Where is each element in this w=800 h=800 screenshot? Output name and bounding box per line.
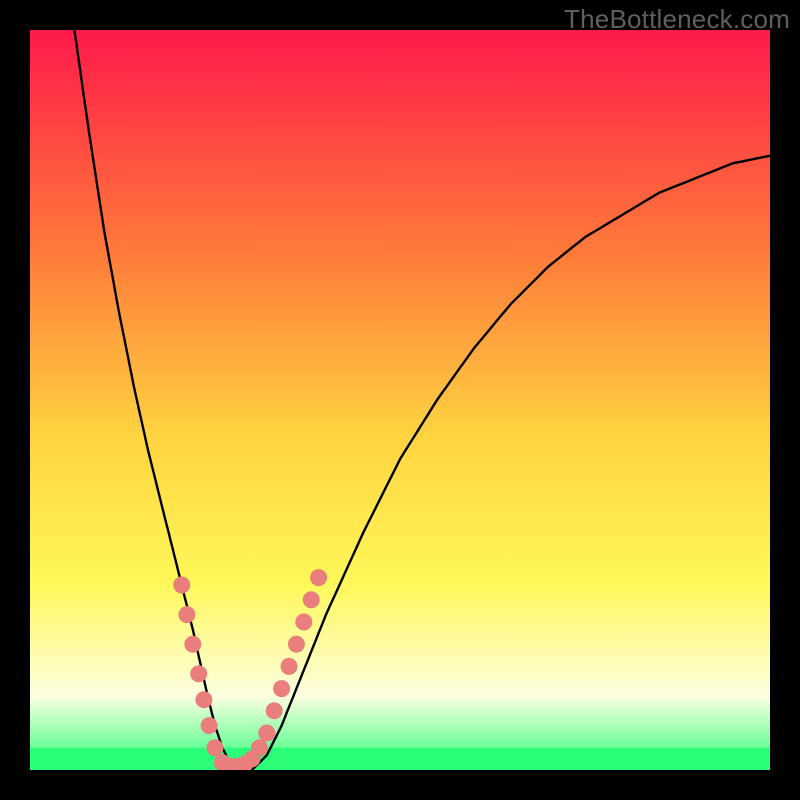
chart-frame: TheBottleneck.com	[0, 0, 800, 800]
watermark-text: TheBottleneck.com	[564, 4, 790, 35]
highlight-dot	[258, 725, 275, 742]
highlight-dot	[173, 577, 190, 594]
highlight-dot	[288, 636, 305, 653]
highlight-dot	[178, 606, 195, 623]
plot-area	[30, 30, 770, 770]
chart-svg	[30, 30, 770, 770]
highlight-dot	[281, 658, 298, 675]
highlight-dot	[195, 691, 212, 708]
highlight-dot	[207, 739, 224, 756]
highlight-dot	[310, 569, 327, 586]
highlight-dot	[201, 717, 218, 734]
green-band	[30, 748, 770, 770]
gradient-background	[30, 30, 770, 770]
highlight-dot	[184, 636, 201, 653]
highlight-dot	[190, 665, 207, 682]
highlight-dot	[295, 614, 312, 631]
highlight-dot	[251, 739, 268, 756]
highlight-dot	[273, 680, 290, 697]
highlight-dot	[266, 702, 283, 719]
highlight-dot	[303, 591, 320, 608]
